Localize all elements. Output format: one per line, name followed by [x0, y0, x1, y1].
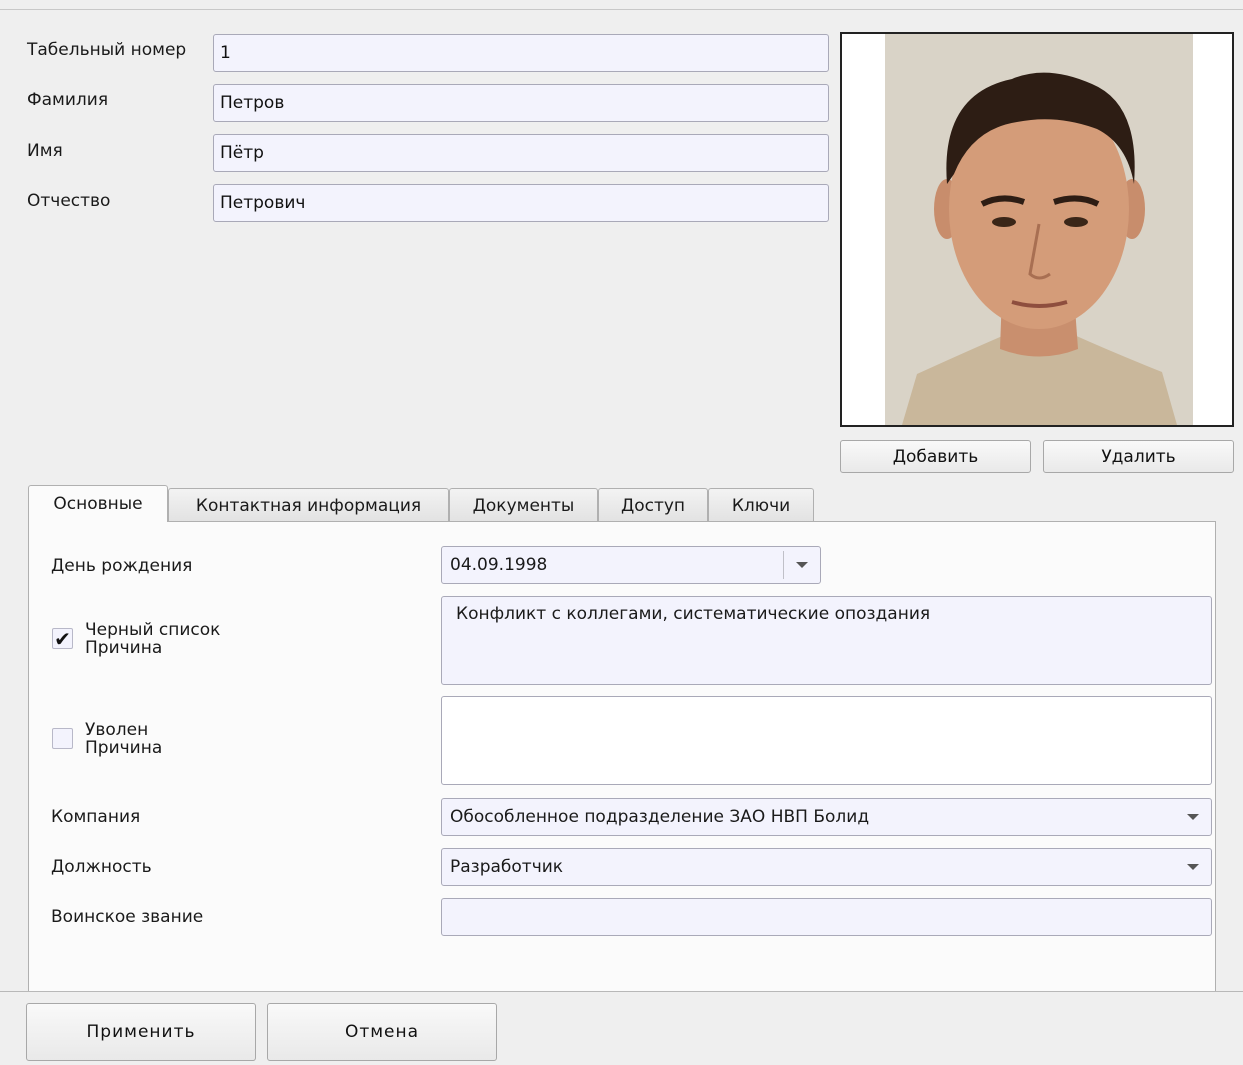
- chevron-down-icon[interactable]: [796, 562, 808, 568]
- employee-photo-image: [842, 34, 1232, 425]
- tab-basic[interactable]: Основные: [28, 485, 168, 522]
- cancel-button[interactable]: Отмена: [267, 1003, 497, 1061]
- tab-number-field[interactable]: 1: [213, 34, 829, 72]
- window-top-border: [0, 9, 1243, 10]
- military-rank-field[interactable]: [441, 898, 1212, 936]
- tab-documents[interactable]: Документы: [449, 488, 598, 522]
- date-picker-divider: [783, 551, 784, 579]
- position-select[interactable]: Разработчик: [441, 848, 1212, 886]
- tab-contact-info[interactable]: Контактная информация: [168, 488, 449, 522]
- military-rank-label: Воинское звание: [51, 907, 204, 927]
- fired-label: Уволен: [85, 720, 149, 740]
- company-value: Обособленное подразделение ЗАО НВП Болид: [450, 807, 870, 827]
- birthday-value: 04.09.1998: [450, 555, 548, 575]
- fired-checkbox[interactable]: [52, 728, 73, 749]
- first-name-field[interactable]: Пётр: [213, 134, 829, 172]
- patronymic-label: Отчество: [27, 191, 111, 211]
- apply-button[interactable]: Применить: [26, 1003, 256, 1061]
- footer-divider: [0, 991, 1243, 992]
- blacklist-reason-label: Причина: [85, 638, 163, 658]
- fired-reason-label: Причина: [85, 738, 163, 758]
- company-label: Компания: [51, 807, 141, 827]
- blacklist-reason-field[interactable]: Конфликт с коллегами, систематические оп…: [441, 596, 1212, 685]
- first-name-label: Имя: [27, 141, 63, 161]
- birthday-label: День рождения: [51, 556, 193, 576]
- birthday-date-picker[interactable]: 04.09.1998: [441, 546, 821, 584]
- tab-keys[interactable]: Ключи: [708, 488, 814, 522]
- blacklist-checkbox[interactable]: ✔: [52, 628, 73, 649]
- employee-photo: [840, 32, 1234, 427]
- blacklist-label: Черный список: [85, 620, 221, 640]
- tab-number-label: Табельный номер: [27, 40, 187, 60]
- last-name-label: Фамилия: [27, 90, 109, 110]
- delete-photo-button[interactable]: Удалить: [1043, 440, 1234, 473]
- patronymic-field[interactable]: Петрович: [213, 184, 829, 222]
- last-name-field[interactable]: Петров: [213, 84, 829, 122]
- company-select[interactable]: Обособленное подразделение ЗАО НВП Болид: [441, 798, 1212, 836]
- chevron-down-icon[interactable]: [1187, 864, 1199, 870]
- fired-reason-field[interactable]: [441, 696, 1212, 785]
- add-photo-button[interactable]: Добавить: [840, 440, 1031, 473]
- position-value: Разработчик: [450, 857, 564, 877]
- chevron-down-icon[interactable]: [1187, 814, 1199, 820]
- position-label: Должность: [51, 857, 152, 877]
- tab-access[interactable]: Доступ: [598, 488, 708, 522]
